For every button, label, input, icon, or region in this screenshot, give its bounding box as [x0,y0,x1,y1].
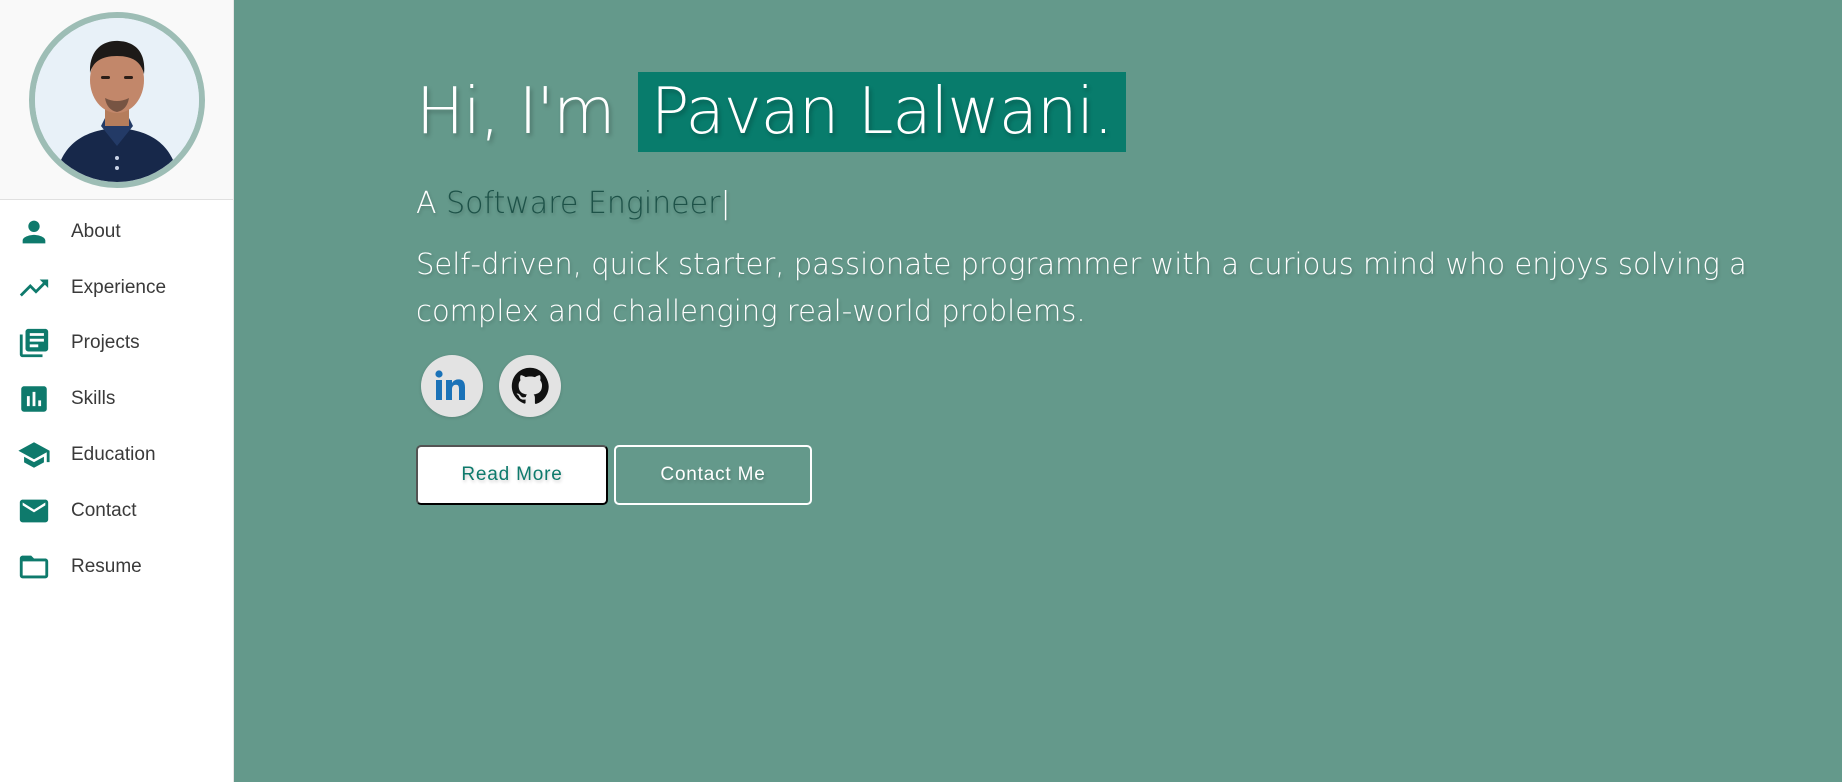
github-icon [511,367,549,404]
sidebar-item-label: Projects [71,332,140,354]
social-links [416,355,1796,417]
linkedin-link[interactable] [421,355,483,417]
mail-icon [17,494,51,528]
cta-buttons: Read More Contact Me [416,445,1796,505]
sidebar-item-label: About [71,220,121,242]
sidebar-nav: About Experience Projects Skills Educati… [0,200,233,595]
sidebar-item-about[interactable]: About [0,204,233,260]
avatar-image [34,17,199,182]
typing-caret: | [720,186,731,221]
school-icon [17,438,51,472]
tagline: A Software Engineer| [416,186,1796,221]
tagline-prefix: A [416,186,437,221]
linkedin-icon [435,370,465,400]
folder-icon [17,550,51,584]
library-books-icon [17,326,51,360]
sidebar-item-contact[interactable]: Contact [0,483,233,539]
name-highlight: Pavan Lalwani. [637,72,1126,152]
sidebar-item-label: Skills [71,388,116,410]
hero-content: Hi, I'm Pavan Lalwani. A Software Engine… [416,72,1796,505]
bio-text: Self-driven, quick starter, passionate p… [416,247,1747,328]
contact-me-button[interactable]: Contact Me [614,445,812,505]
person-icon [17,215,51,249]
sidebar-item-education[interactable]: Education [0,427,233,483]
github-link[interactable] [499,355,561,417]
bar-chart-icon [17,382,51,416]
profile-header [0,0,233,200]
read-more-button[interactable]: Read More [416,445,608,505]
sidebar-item-resume[interactable]: Resume [0,539,233,595]
sidebar-item-label: Experience [71,276,167,298]
sidebar-item-skills[interactable]: Skills [0,371,233,427]
sidebar-item-experience[interactable]: Experience [0,260,233,316]
sidebar-item-label: Contact [71,499,137,521]
avatar [28,11,205,188]
trending-up-icon [17,271,51,305]
hero-section: Hi, I'm Pavan Lalwani. A Software Engine… [234,0,1842,782]
sidebar-item-label: Resume [71,555,142,577]
sidebar: About Experience Projects Skills Educati… [0,0,234,782]
greeting-text: Hi, I'm [416,75,615,149]
page-title: Hi, I'm Pavan Lalwani. [416,72,1796,152]
typed-role: Software Engineer [446,186,721,221]
sidebar-item-label: Education [71,444,156,466]
sidebar-item-projects[interactable]: Projects [0,316,233,372]
